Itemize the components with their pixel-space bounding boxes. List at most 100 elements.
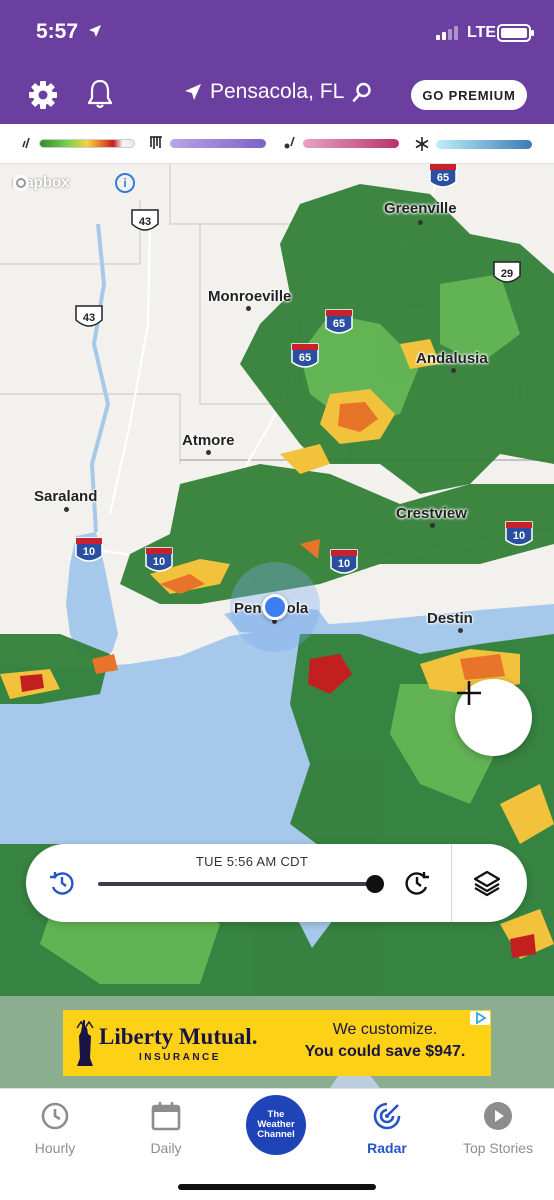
svg-text:10: 10 xyxy=(153,556,165,568)
city-dot xyxy=(458,628,463,633)
calendar-icon xyxy=(151,1102,181,1131)
map-layers-button[interactable] xyxy=(472,868,502,898)
location-arrow-icon xyxy=(185,84,201,100)
city-label-atmore: Atmore xyxy=(182,432,235,449)
location-name: Pensacola, FL xyxy=(210,80,345,103)
liberty-mutual-ad[interactable]: Liberty Mutual. INSURANCE We customize. … xyxy=(63,1010,491,1076)
city-dot xyxy=(430,523,435,528)
network-type: LTE xyxy=(467,24,497,41)
status-bar: 5:57 LTE xyxy=(0,0,554,66)
svg-text:65: 65 xyxy=(299,352,311,364)
logo-line: Channel xyxy=(257,1129,295,1140)
city-label-andalusia: Andalusia xyxy=(416,350,488,367)
location-services-icon xyxy=(88,24,102,43)
go-premium-button[interactable]: GO PREMIUM xyxy=(411,80,527,110)
tab-hourly[interactable]: Hourly xyxy=(5,1101,105,1156)
timeline-timestamp: TUE 5:56 AM CDT xyxy=(195,854,309,869)
us-route-shield: 43 xyxy=(131,209,159,231)
mix-icon xyxy=(284,136,295,149)
forecast-button[interactable] xyxy=(403,869,431,897)
radar-icon xyxy=(373,1102,401,1130)
freezing-rain-icon xyxy=(150,136,162,149)
cellular-signal-icon xyxy=(436,26,458,40)
city-label-saraland: Saraland xyxy=(34,488,98,505)
plus-icon xyxy=(457,681,481,705)
layers-icon xyxy=(473,870,501,897)
ad-container: Liberty Mutual. INSURANCE We customize. … xyxy=(0,996,554,1088)
timeline-scrubber[interactable] xyxy=(366,875,384,893)
bottom-navigation: Hourly Daily The Weather Channel Radar T… xyxy=(0,1088,554,1200)
app-header: Pensacola, FL GO PREMIUM xyxy=(0,66,554,124)
radar-map[interactable]: 65 43 29 43 65 65 10 10 10 10 Greenville… xyxy=(0,164,554,1088)
interstate-shield: 10 xyxy=(505,521,533,546)
history-forward-icon xyxy=(405,872,429,895)
radar-timeline: TUE 5:56 AM CDT xyxy=(26,844,527,922)
city-dot xyxy=(64,507,69,512)
legend-freezing-rain xyxy=(148,136,266,150)
ad-subbrand: INSURANCE xyxy=(139,1052,221,1063)
mapbox-icon xyxy=(13,175,29,191)
status-time: 5:57 xyxy=(36,20,79,43)
city-dot xyxy=(418,220,423,225)
map-info-button[interactable]: i xyxy=(115,173,135,193)
city-label-greenville: Greenville xyxy=(384,200,457,217)
legend-mix xyxy=(282,136,399,150)
legend-rain-bar xyxy=(39,138,135,148)
bell-icon xyxy=(87,79,113,109)
interstate-shield: 10 xyxy=(145,547,173,572)
adchoices-icon xyxy=(476,1011,487,1025)
tab-daily[interactable]: Daily xyxy=(116,1101,216,1156)
weather-channel-logo-button[interactable]: The Weather Channel xyxy=(246,1095,306,1155)
svg-text:10: 10 xyxy=(338,558,350,570)
city-dot xyxy=(246,306,251,311)
search-icon xyxy=(352,82,371,102)
gear-icon xyxy=(29,81,57,109)
ad-offer: You could save $947. xyxy=(304,1043,466,1060)
svg-text:10: 10 xyxy=(83,546,95,558)
legend-snow-bar xyxy=(436,139,532,149)
location-selector[interactable]: Pensacola, FL xyxy=(184,80,372,104)
city-dot xyxy=(206,450,211,455)
svg-text:65: 65 xyxy=(437,172,449,184)
mapbox-logo: mapbox xyxy=(12,174,70,191)
interstate-shield: 10 xyxy=(75,537,103,562)
adchoices-button[interactable] xyxy=(470,1011,490,1025)
rewind-button[interactable] xyxy=(48,869,76,897)
svg-text:10: 10 xyxy=(513,530,525,542)
timeline-divider xyxy=(451,844,452,922)
tab-daily-label: Daily xyxy=(150,1140,182,1156)
rivers xyxy=(89,223,111,533)
interstate-shield: 65 xyxy=(325,309,353,334)
legend-snow xyxy=(414,136,532,152)
city-label-destin: Destin xyxy=(427,610,473,627)
statue-of-liberty-logo-icon xyxy=(76,1020,94,1066)
timeline-track[interactable] xyxy=(98,882,376,886)
legend-rain xyxy=(20,136,135,150)
battery-icon xyxy=(497,24,534,42)
home-indicator[interactable] xyxy=(178,1184,376,1190)
tab-radar-label: Radar xyxy=(367,1140,407,1156)
ad-brand: Liberty Mutual. xyxy=(99,1024,258,1049)
tab-radar[interactable]: Radar xyxy=(337,1101,437,1156)
svg-text:43: 43 xyxy=(83,312,95,324)
legend-mix-bar xyxy=(303,138,399,148)
interstate-shield: 65 xyxy=(429,164,457,188)
tab-hourly-label: Hourly xyxy=(34,1140,76,1156)
svg-text:43: 43 xyxy=(139,216,151,228)
notifications-button[interactable] xyxy=(86,78,114,110)
interstate-shield: 65 xyxy=(291,343,319,368)
play-circle-icon xyxy=(484,1102,512,1130)
snow-icon xyxy=(415,137,429,151)
svg-text:65: 65 xyxy=(333,318,345,330)
interstate-shield: 10 xyxy=(330,549,358,574)
history-back-icon xyxy=(50,872,74,895)
current-location-marker[interactable] xyxy=(262,594,288,620)
city-label-crestview: Crestview xyxy=(396,505,467,522)
tab-top-stories[interactable]: Top Stories xyxy=(448,1101,548,1156)
us-route-shield: 43 xyxy=(75,305,103,327)
settings-button[interactable] xyxy=(28,80,58,110)
legend-freezing-rain-bar xyxy=(170,138,266,148)
ad-tagline: We customize. xyxy=(332,1021,438,1038)
zoom-in-button[interactable] xyxy=(455,679,532,756)
city-label-monroeville: Monroeville xyxy=(208,288,292,305)
